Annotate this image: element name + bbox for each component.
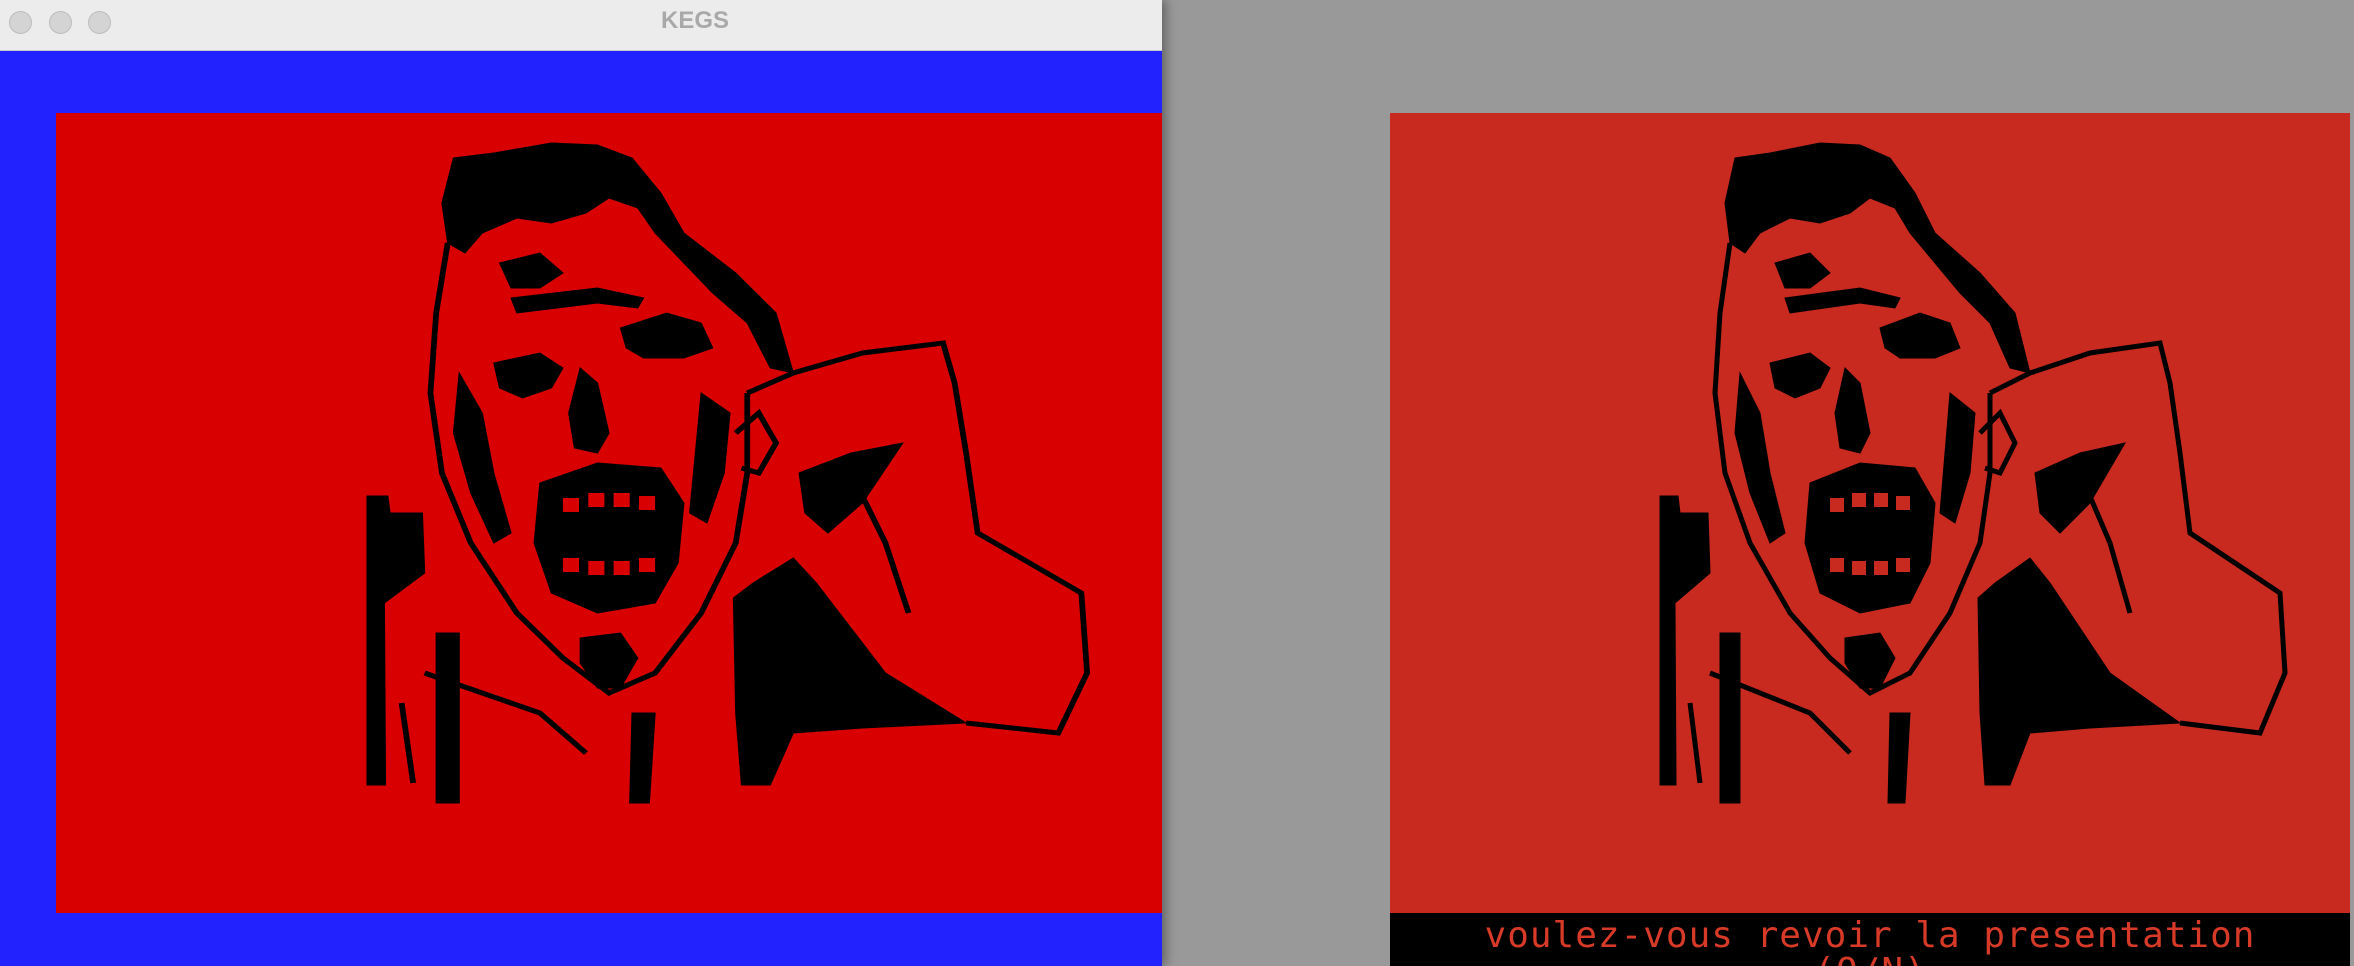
kegs-window: KEGS xyxy=(0,0,1162,966)
vampire-illustration-right xyxy=(1659,142,2288,804)
emulator-screen-left[interactable] xyxy=(56,113,1162,913)
maximize-dot-icon[interactable] xyxy=(88,11,111,34)
prompt-options: (O/N) xyxy=(1390,951,2350,966)
vampire-artwork xyxy=(1659,142,2182,804)
vampire-illustration-left xyxy=(366,142,1091,804)
close-dot-icon[interactable] xyxy=(9,11,32,34)
desktop: KEGS voulez-vous revoir la presentation xyxy=(0,0,2354,966)
minimize-dot-icon[interactable] xyxy=(49,11,72,34)
prompt-question: voulez-vous revoir la presentation xyxy=(1484,915,2256,956)
vampire-artwork xyxy=(366,142,968,804)
title-bar[interactable] xyxy=(0,0,1162,51)
emulator-text-prompt: voulez-vous revoir la presentation (O/N) xyxy=(1390,913,2350,966)
emulator-screen-right[interactable] xyxy=(1390,113,2350,913)
